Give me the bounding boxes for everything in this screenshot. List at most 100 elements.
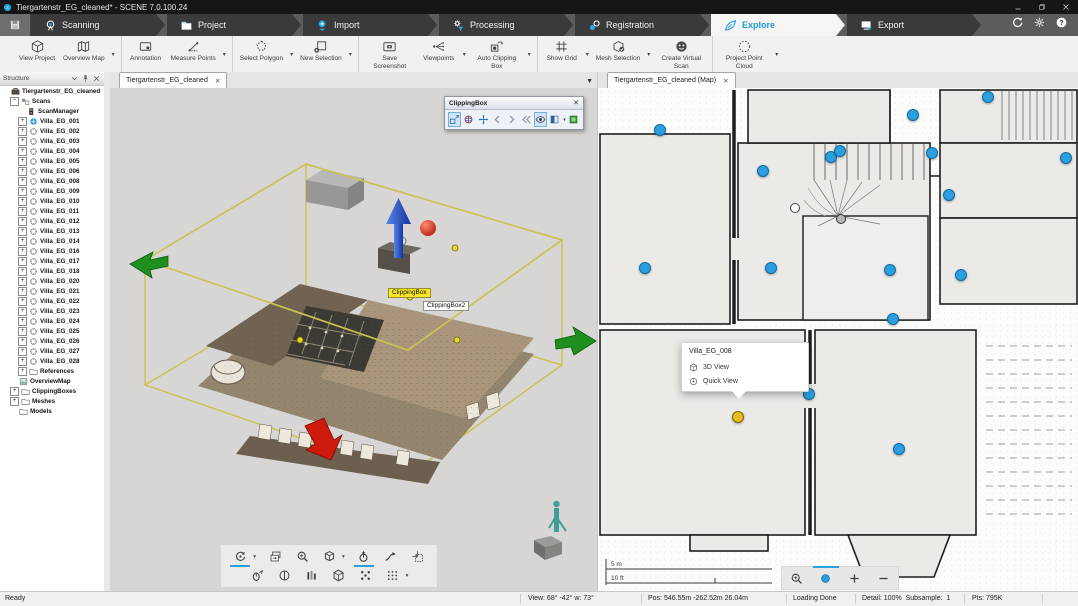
maximize-button[interactable]	[1030, 0, 1054, 14]
toolbar-measure-points-button[interactable]: Measure Points	[167, 36, 220, 72]
tab-close-icon[interactable]: ✕	[215, 77, 220, 85]
tree-item-villa_eg_002[interactable]: +Villa_EG_002	[0, 126, 104, 136]
tab-close-icon[interactable]: ✕	[723, 77, 728, 85]
cube-3d-button[interactable]	[331, 568, 347, 584]
scan-point[interactable]	[757, 165, 769, 177]
tree-expander-icon[interactable]: +	[18, 337, 27, 346]
tree-expander-icon[interactable]: +	[18, 327, 27, 336]
fly-button[interactable]	[383, 549, 399, 565]
clippingbox-toolbar-titlebar[interactable]: ClippingBox ✕	[445, 97, 583, 110]
zoom-out-button[interactable]	[876, 570, 892, 586]
toolbar-overview-map-button[interactable]: Overview Map	[59, 36, 109, 72]
tree-item-villa_eg_027[interactable]: +Villa_EG_027	[0, 346, 104, 356]
tree-expander-icon[interactable]: +	[18, 167, 27, 176]
tree-item-tiergartenstr_eg_cleaned[interactable]: Tiergartenstr_EG_cleaned	[0, 86, 104, 96]
3d-view-tab[interactable]: Tiergartenstr_EG_cleaned ✕	[119, 72, 227, 88]
tree-expander-icon[interactable]: +	[18, 247, 27, 256]
tree-expander-icon[interactable]: +	[18, 347, 27, 356]
toolbar-mesh-selection-button[interactable]: Mesh Selection	[592, 36, 644, 72]
map-viewport[interactable]: Villa_EG_008 3D View Quick View 5 m 10 f…	[598, 88, 1078, 592]
walk-button[interactable]	[356, 549, 372, 565]
toolbar-view-project-button[interactable]: View Project	[15, 36, 59, 72]
popup-item-3d-view[interactable]: 3D View	[689, 360, 801, 374]
move-box-button[interactable]	[477, 112, 490, 127]
tree-expander-icon[interactable]: +	[18, 127, 27, 136]
popup-item-quick-view[interactable]: Quick View	[689, 374, 801, 388]
origin-sphere[interactable]	[420, 220, 436, 236]
ribbon-tab-scanning[interactable]: Scanning	[31, 14, 165, 36]
points-button[interactable]	[358, 568, 374, 584]
tree-expander-icon[interactable]: +	[18, 267, 27, 276]
tree-item-villa_eg_022[interactable]: +Villa_EG_022	[0, 296, 104, 306]
panel-pin-button[interactable]	[81, 74, 90, 83]
tree-expander-icon[interactable]: +	[18, 277, 27, 286]
toolbar-save-screenshot-button[interactable]: Save Screenshot	[362, 36, 418, 72]
tree-item-meshes[interactable]: +Meshes	[0, 396, 104, 406]
apply-button[interactable]	[567, 112, 580, 127]
dropdown-arrow-icon[interactable]: ▾	[253, 554, 256, 560]
scan-point[interactable]	[982, 91, 994, 103]
clippingbox2-label[interactable]: ClippingBox2	[423, 301, 469, 311]
dropdown-arrow-icon[interactable]: ▾	[583, 36, 592, 72]
dropdown-arrow-icon[interactable]: ▾	[644, 36, 653, 72]
scale-box-button[interactable]	[448, 112, 461, 127]
tree-expander-icon[interactable]: +	[18, 117, 27, 126]
tree-item-villa_eg_006[interactable]: +Villa_EG_006	[0, 166, 104, 176]
tree-expander-icon[interactable]: +	[18, 147, 27, 156]
view-cube-button[interactable]	[321, 549, 337, 565]
orbit-button[interactable]	[232, 549, 248, 565]
panel-close-button[interactable]	[92, 74, 101, 83]
help-button[interactable]: ?	[1055, 16, 1068, 34]
scan-point[interactable]	[1060, 152, 1072, 164]
tree-expander-icon[interactable]: +	[18, 217, 27, 226]
clip-view-button[interactable]	[548, 112, 561, 127]
tree-item-villa_eg_020[interactable]: +Villa_EG_020	[0, 276, 104, 286]
scan-point[interactable]	[907, 109, 919, 121]
ribbon-tab-export[interactable]: Export	[847, 14, 981, 36]
selected-scan-point[interactable]	[732, 411, 744, 423]
toolbar-new-selection-button[interactable]: New Selection	[296, 36, 346, 72]
tree-expander-icon[interactable]: +	[18, 367, 27, 376]
tree-item-references[interactable]: +References	[0, 366, 104, 376]
scan-point[interactable]	[943, 189, 955, 201]
examine-button[interactable]	[250, 568, 266, 584]
tree-expander-icon[interactable]: −	[10, 97, 19, 106]
scan-point[interactable]	[834, 145, 846, 157]
dot-grid-button[interactable]	[385, 568, 401, 584]
dropdown-arrow-icon[interactable]: ▾	[109, 36, 118, 72]
clippingbox-label[interactable]: ClippingBox	[388, 288, 431, 298]
contrast-button[interactable]	[277, 568, 293, 584]
tree-item-overviewmap[interactable]: OverviewMap	[0, 376, 104, 386]
tree-expander-icon[interactable]: +	[18, 157, 27, 166]
dropdown-arrow-icon[interactable]: ▾	[525, 36, 534, 72]
next-button[interactable]	[505, 112, 518, 127]
quick-save-button[interactable]	[0, 14, 31, 36]
tree-item-scanmanager[interactable]: ScanManager	[0, 106, 104, 116]
scan-point[interactable]	[955, 269, 967, 281]
tree-item-villa_eg_004[interactable]: +Villa_EG_004	[0, 146, 104, 156]
tree-item-villa_eg_016[interactable]: +Villa_EG_016	[0, 246, 104, 256]
tree-expander-icon[interactable]: +	[18, 297, 27, 306]
history-button[interactable]	[519, 112, 532, 127]
tree-item-villa_eg_012[interactable]: +Villa_EG_012	[0, 216, 104, 226]
tree-expander-icon[interactable]: +	[18, 177, 27, 186]
prev-button[interactable]	[491, 112, 504, 127]
dropdown-arrow-icon[interactable]: ▾	[346, 36, 355, 72]
scan-point[interactable]	[926, 147, 938, 159]
toolbar-viewpoints-button[interactable]: Viewpoints	[418, 36, 460, 72]
toolbar-create-virtual-scan-button[interactable]: Create Virtual Scan	[653, 36, 709, 72]
pan-button[interactable]	[267, 549, 283, 565]
close-icon[interactable]: ✕	[573, 99, 579, 107]
tree-item-villa_eg_017[interactable]: +Villa_EG_017	[0, 256, 104, 266]
visibility-button[interactable]	[534, 112, 547, 127]
dropdown-arrow-icon[interactable]: ▾	[772, 36, 781, 72]
ribbon-tab-import[interactable]: Import	[303, 14, 437, 36]
dropdown-arrow-icon[interactable]: ▾	[563, 117, 566, 123]
tree-expander-icon[interactable]: +	[10, 387, 19, 396]
tree-expander-icon[interactable]: +	[18, 257, 27, 266]
zoom-window-button[interactable]	[789, 570, 805, 586]
tree-expander-icon[interactable]: +	[18, 237, 27, 246]
dropdown-arrow-icon[interactable]: ▾	[342, 554, 345, 560]
toolbar-project-point-cloud-button[interactable]: Project Point Cloud	[716, 36, 772, 72]
settings-button[interactable]	[1033, 16, 1046, 34]
